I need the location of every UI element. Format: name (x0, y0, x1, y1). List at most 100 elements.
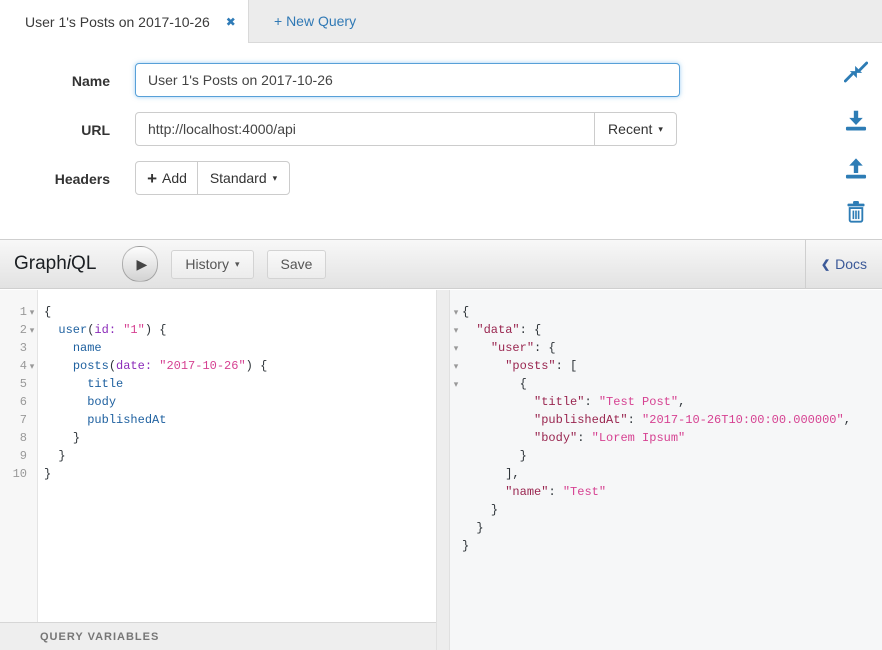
line-number: 4 (0, 357, 27, 375)
chevron-left-icon: ❮ (821, 258, 830, 271)
code-token: , (678, 395, 685, 409)
save-button[interactable]: Save (267, 250, 327, 279)
code-token: publishedAt (87, 413, 166, 427)
fold-arrow-icon[interactable]: ▾ (450, 357, 462, 375)
upload-icon[interactable] (844, 156, 868, 180)
name-label: Name (0, 73, 110, 89)
query-editor-pane[interactable]: 1▾{2▾ user(id: "1") {3 name4▾ posts(date… (0, 290, 436, 650)
code-token (44, 413, 87, 427)
code-token (44, 341, 73, 355)
code-text: } (37, 431, 80, 445)
history-button[interactable]: History ▾ (171, 250, 253, 279)
code-token: } (462, 539, 469, 553)
code-token (462, 359, 505, 373)
code-line: ], (450, 465, 882, 483)
code-token: "Test" (563, 485, 606, 499)
code-line: } (450, 519, 882, 537)
code-line: ▾ "data": { (450, 321, 882, 339)
save-label: Save (281, 256, 313, 272)
code-token: { (520, 377, 527, 391)
code-token: "body" (534, 431, 577, 445)
collapse-icon[interactable] (844, 60, 868, 84)
code-text: "data": { (462, 323, 541, 337)
tab-bar-background: + New Query (248, 0, 882, 43)
fold-arrow-icon[interactable]: ▾ (27, 321, 37, 339)
code-line: 9 } (0, 447, 436, 465)
line-number: 5 (0, 375, 27, 393)
docs-label: Docs (835, 256, 867, 272)
code-token: "name" (505, 485, 548, 499)
code-line: } (450, 537, 882, 555)
code-token: : (628, 413, 642, 427)
add-header-button[interactable]: + Add (135, 161, 199, 195)
trash-icon[interactable] (844, 199, 868, 223)
code-token (462, 449, 520, 463)
recent-dropdown-label: Recent (608, 121, 652, 137)
query-variables-label: QUERY VARIABLES (40, 631, 159, 643)
editor-area: 1▾{2▾ user(id: "1") {3 name4▾ posts(date… (0, 290, 882, 650)
code-token (44, 431, 73, 445)
code-line: "title": "Test Post", (450, 393, 882, 411)
code-line: "body": "Lorem Ipsum" (450, 429, 882, 447)
line-number: 8 (0, 429, 27, 447)
docs-toggle[interactable]: ❮ Docs (805, 239, 882, 289)
fold-arrow-icon[interactable]: ▾ (450, 321, 462, 339)
code-line: 2▾ user(id: "1") { (0, 321, 436, 339)
code-line: 5 title (0, 375, 436, 393)
graphiql-logo: GraphiQL (14, 253, 96, 275)
code-text: { (37, 305, 51, 319)
pane-resize-handle[interactable] (436, 290, 450, 650)
code-token (44, 359, 73, 373)
code-text: } (462, 503, 498, 517)
code-line: } (450, 447, 882, 465)
fold-arrow-icon[interactable]: ▾ (27, 303, 37, 321)
code-text: body (37, 395, 116, 409)
code-token: "1" (123, 323, 145, 337)
code-text: "publishedAt": "2017-10-26T10:00:00.0000… (462, 413, 851, 427)
execute-query-button[interactable]: ▶ (122, 246, 158, 282)
line-number: 2 (0, 321, 27, 339)
code-token (462, 503, 491, 517)
code-token: : (584, 395, 598, 409)
play-icon: ▶ (137, 256, 148, 273)
code-line: 1▾{ (0, 303, 436, 321)
fold-arrow-icon[interactable]: ▾ (450, 303, 462, 321)
code-token: ) { (246, 359, 268, 373)
code-text: "user": { (462, 341, 556, 355)
fold-arrow-icon[interactable]: ▾ (450, 339, 462, 357)
code-token: } (491, 503, 498, 517)
code-text: "posts": [ (462, 359, 577, 373)
code-line: 8 } (0, 429, 436, 447)
line-number: 9 (0, 447, 27, 465)
code-token (44, 449, 58, 463)
code-token: body (87, 395, 116, 409)
close-tab-icon[interactable]: ✖ (226, 15, 236, 29)
fold-arrow-icon[interactable]: ▾ (27, 357, 37, 375)
code-text: title (37, 377, 123, 391)
line-number: 3 (0, 339, 27, 357)
standard-headers-dropdown-button[interactable]: Standard ▾ (197, 161, 290, 195)
code-token (462, 485, 505, 499)
fold-arrow-icon[interactable]: ▾ (450, 375, 462, 393)
recent-dropdown-button[interactable]: Recent ▾ (594, 112, 677, 146)
query-variables-bar[interactable]: QUERY VARIABLES (0, 622, 437, 650)
code-text: } (462, 449, 527, 463)
active-query-tab[interactable]: User 1's Posts on 2017-10-26 ✖ (0, 0, 248, 43)
code-text: { (462, 377, 527, 391)
code-token: posts (73, 359, 109, 373)
code-token: user (58, 323, 87, 337)
query-code[interactable]: 1▾{2▾ user(id: "1") {3 name4▾ posts(date… (0, 303, 436, 483)
new-query-tab[interactable]: + New Query (249, 13, 356, 29)
code-text: "body": "Lorem Ipsum" (462, 431, 685, 445)
name-input[interactable] (135, 63, 680, 97)
code-token: : { (534, 341, 556, 355)
code-text: posts(date: "2017-10-26") { (37, 359, 267, 373)
code-token: title (87, 377, 123, 391)
code-token: : [ (556, 359, 578, 373)
code-token: } (476, 521, 483, 535)
graphiql-toolbar: GraphiQL ▶ History ▾ Save (0, 239, 882, 289)
url-input[interactable] (135, 112, 595, 146)
line-number: 1 (0, 303, 27, 321)
download-icon[interactable] (844, 108, 868, 132)
code-line: ▾ "posts": [ (450, 357, 882, 375)
